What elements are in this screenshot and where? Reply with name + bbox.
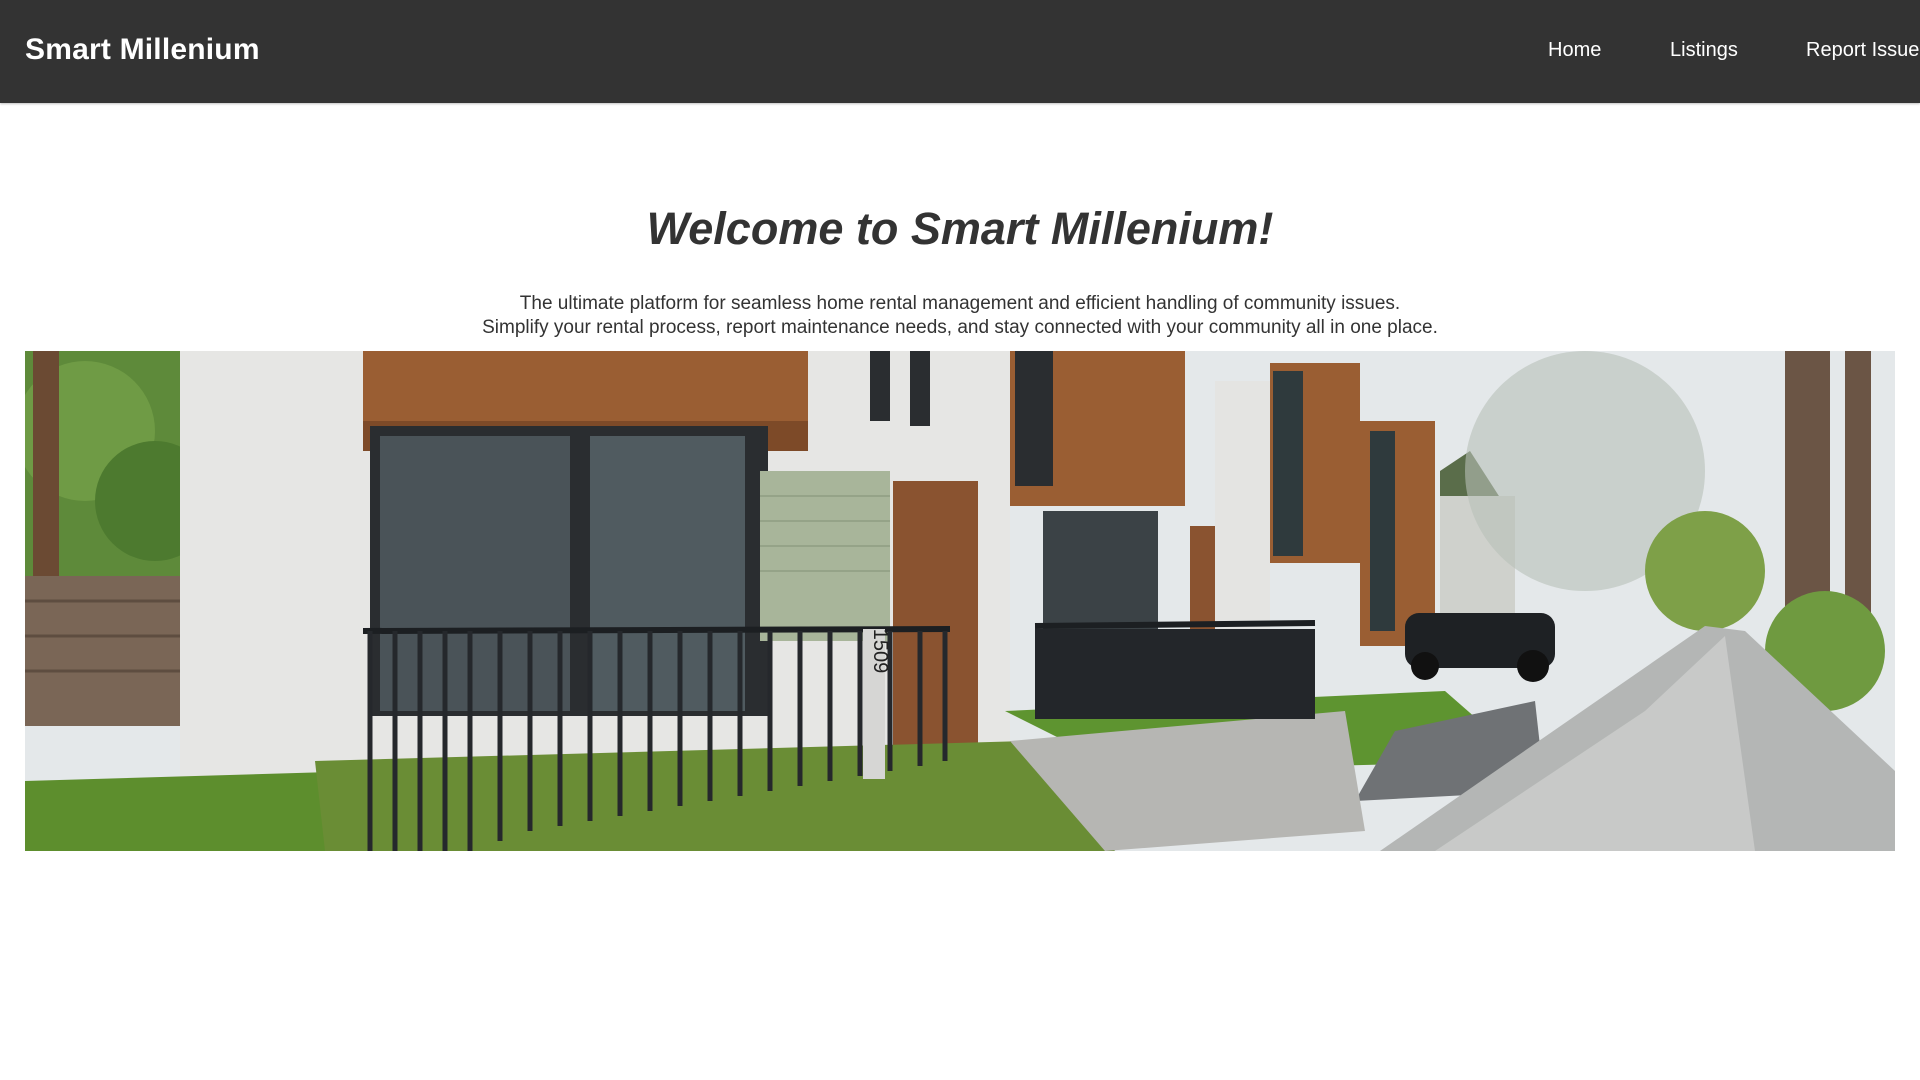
nav-links: Home Listings Report Issue [0,39,1920,69]
nav-listings-link[interactable]: Listings [1670,39,1738,62]
intro-line-2: Simplify your rental process, report mai… [482,317,1438,338]
intro-line-1: The ultimate platform for seamless home … [519,293,1401,314]
hero-banner-image: 1509 [25,351,1895,851]
welcome-heading: Welcome to Smart Millenium! [646,203,1274,254]
nav-report-issue-link[interactable]: Report Issue [1806,39,1919,62]
top-navbar: Smart Millenium Home Listings Report Iss… [0,0,1920,103]
townhouse-street-illustration: 1509 [25,351,1895,851]
house-number: 1509 [869,629,891,674]
nav-home-link[interactable]: Home [1548,39,1601,62]
intro-text: The ultimate platform for seamless home … [0,292,1920,340]
